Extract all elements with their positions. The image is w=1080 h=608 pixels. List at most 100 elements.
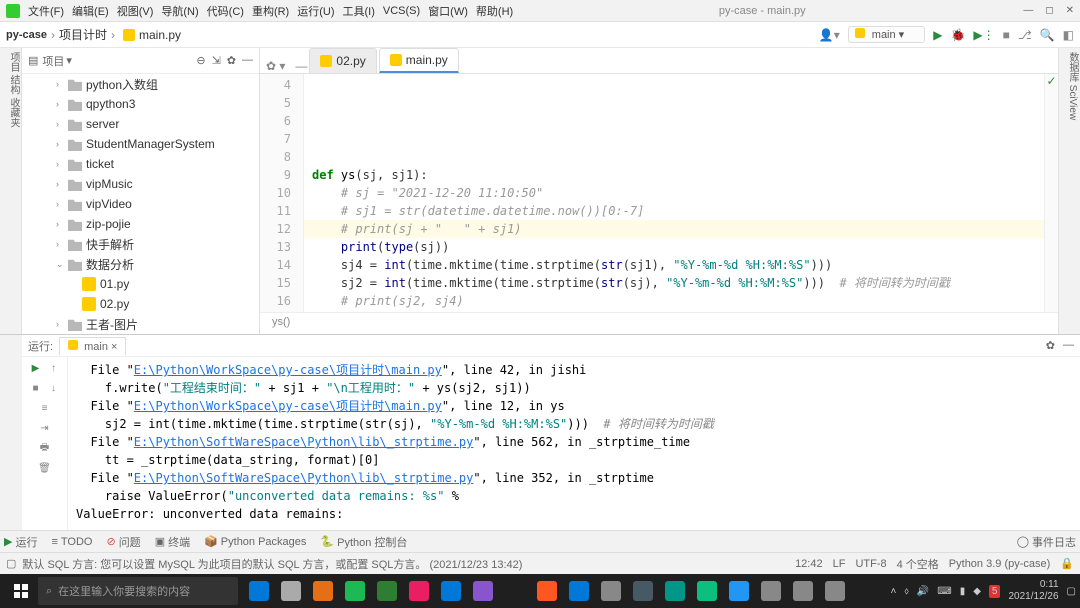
run-settings-icon[interactable]: ✿ [1046,339,1055,352]
taskbar-app[interactable] [276,576,306,606]
console-output[interactable]: File "E:\Python\WorkSpace\py-case\项目计时\m… [68,357,1080,530]
stop-icon[interactable]: ■ [1003,28,1010,42]
settings-icon[interactable]: ◧ [1063,28,1074,42]
pin-icon[interactable]: ⇥ [38,421,52,435]
taskbar-app[interactable] [468,576,498,606]
tree-item[interactable]: ›vipVideo [22,194,259,214]
taskbar-app[interactable] [788,576,818,606]
tray-5-icon[interactable]: 5 [989,585,1001,598]
debug-button-icon[interactable]: 🐞 [950,28,965,42]
caret-position[interactable]: 12:42 [795,558,823,570]
taskbar-app[interactable] [500,576,530,606]
menu-vcs[interactable]: VCS(S) [383,5,420,17]
tree-item[interactable]: 01.py [22,274,259,294]
tree-item[interactable]: ›快手解析 [22,234,259,254]
tray-battery-icon[interactable]: ▮ [960,586,966,597]
run-more-icon[interactable]: ▶⋮ [973,28,994,42]
menu-tools[interactable]: 工具(I) [343,3,375,19]
tree-item[interactable]: 02.py [22,294,259,314]
file-encoding[interactable]: UTF-8 [855,558,886,570]
tree-item[interactable]: ⌄数据分析 [22,254,259,274]
status-icon[interactable]: ▢ [6,557,16,570]
tab-events[interactable]: ◯ 事件日志 [1017,534,1076,550]
editor-tab[interactable]: 02.py [309,48,376,73]
taskbar-app[interactable] [436,576,466,606]
breadcrumb-root[interactable]: py-case [6,29,47,41]
project-tree[interactable]: ›python入数组›qpython3›server›StudentManage… [22,74,259,334]
taskbar-app[interactable] [532,576,562,606]
menu-code[interactable]: 代码(C) [207,3,244,19]
settings-run-icon[interactable]: ≡ [38,401,52,415]
tab-terminal[interactable]: ▣ 终端 [155,534,190,550]
tab-packages[interactable]: 📦 Python Packages [204,535,306,548]
taskbar-app[interactable] [724,576,754,606]
taskbar-app[interactable] [820,576,850,606]
user-icon[interactable]: 👤▾ [819,28,840,42]
collapse-icon[interactable]: ⊖ [196,54,205,67]
tab-console[interactable]: 🐍 Python 控制台 [320,534,407,550]
tree-item[interactable]: ›python入数组 [22,74,259,94]
hide-icon[interactable]: — [242,54,253,67]
taskbar-app[interactable] [340,576,370,606]
search-icon[interactable]: 🔍 [1040,28,1055,42]
tab-todo[interactable]: ≡ TODO [51,536,92,548]
system-tray[interactable]: ˄ ⬨ 🔊 ⌨ ▮ ◆ 5 0:11 2021/12/26 ▢ [890,579,1076,603]
tree-item[interactable]: ›server [22,114,259,134]
left-tool-gutter[interactable]: 项目 结构 收藏夹 [0,48,22,334]
start-button[interactable] [4,574,38,608]
taskbar-app[interactable] [404,576,434,606]
tray-shield-icon[interactable]: ◆ [973,586,981,597]
stop-run-icon[interactable]: ■ [29,381,43,395]
minimize-icon[interactable]: — [1023,5,1033,16]
indent-setting[interactable]: 4 个空格 [897,556,939,572]
menu-run[interactable]: 运行(U) [297,3,334,19]
run-config-selector[interactable]: main ▾ [848,26,925,43]
menu-help[interactable]: 帮助(H) [476,3,513,19]
tree-item[interactable]: ›vipMusic [22,174,259,194]
tree-item[interactable]: ›ticket [22,154,259,174]
taskbar-app[interactable] [596,576,626,606]
expand-icon[interactable]: ⇲ [212,54,221,67]
taskbar-search[interactable]: ⌕ 在这里输入你要搜索的内容 [38,577,238,605]
settings-gear-icon[interactable]: ✿ [227,54,236,67]
lock-icon[interactable]: 🔒 [1060,557,1074,570]
editor-settings-icon[interactable]: ✿ ▾ [266,59,285,73]
trash-icon[interactable]: 🗑 [38,461,52,475]
tray-network-icon[interactable]: ⬨ [904,586,909,597]
run-hide-icon[interactable]: — [1063,339,1074,352]
line-ending[interactable]: LF [833,558,846,570]
taskbar-app[interactable] [692,576,722,606]
rerun-icon[interactable]: ▶ [29,361,43,375]
breadcrumb-file[interactable]: main.py [139,28,181,42]
taskbar-app[interactable] [308,576,338,606]
menu-refactor[interactable]: 重构(R) [252,3,289,19]
taskbar-app[interactable] [628,576,658,606]
tree-item[interactable]: ›zip-pojie [22,214,259,234]
menu-edit[interactable]: 编辑(E) [72,3,109,19]
close-icon[interactable]: ✕ [1066,5,1074,16]
git-icon[interactable]: ⎇ [1018,28,1032,42]
run-down-icon[interactable]: ↓ [47,381,61,395]
taskbar-app[interactable] [660,576,690,606]
menu-window[interactable]: 窗口(W) [428,3,468,19]
right-tool-gutter[interactable]: 数据库 SciView [1058,48,1080,334]
code-breadcrumb[interactable]: ys() [260,312,1058,334]
tray-chevron-icon[interactable]: ˄ [890,586,896,597]
maximize-icon[interactable]: ◻ [1045,5,1053,16]
tray-input-icon[interactable]: ⌨ [937,586,951,597]
interpreter[interactable]: Python 3.9 (py-case) [949,558,1051,570]
run-button-icon[interactable]: ▶ [933,28,942,42]
print-icon[interactable]: 🖶 [38,441,52,455]
tab-problems[interactable]: ⊘ 问题 [106,534,140,550]
notifications-icon[interactable]: ▢ [1067,586,1076,597]
code-area[interactable]: def ys(sj, sj1): # sj = "2021-12-20 11:1… [304,74,1044,312]
menu-navigate[interactable]: 导航(N) [161,3,198,19]
tray-volume-icon[interactable]: 🔊 [917,586,929,597]
editor-tab[interactable]: main.py [379,48,459,73]
tree-item[interactable]: ›qpython3 [22,94,259,114]
taskbar-app[interactable] [564,576,594,606]
taskbar-clock[interactable]: 0:11 2021/12/26 [1008,579,1058,603]
line-gutter[interactable]: 456789101112131415161718 [260,74,304,312]
menu-view[interactable]: 视图(V) [117,3,154,19]
tab-run[interactable]: ▶运行 [4,534,37,550]
